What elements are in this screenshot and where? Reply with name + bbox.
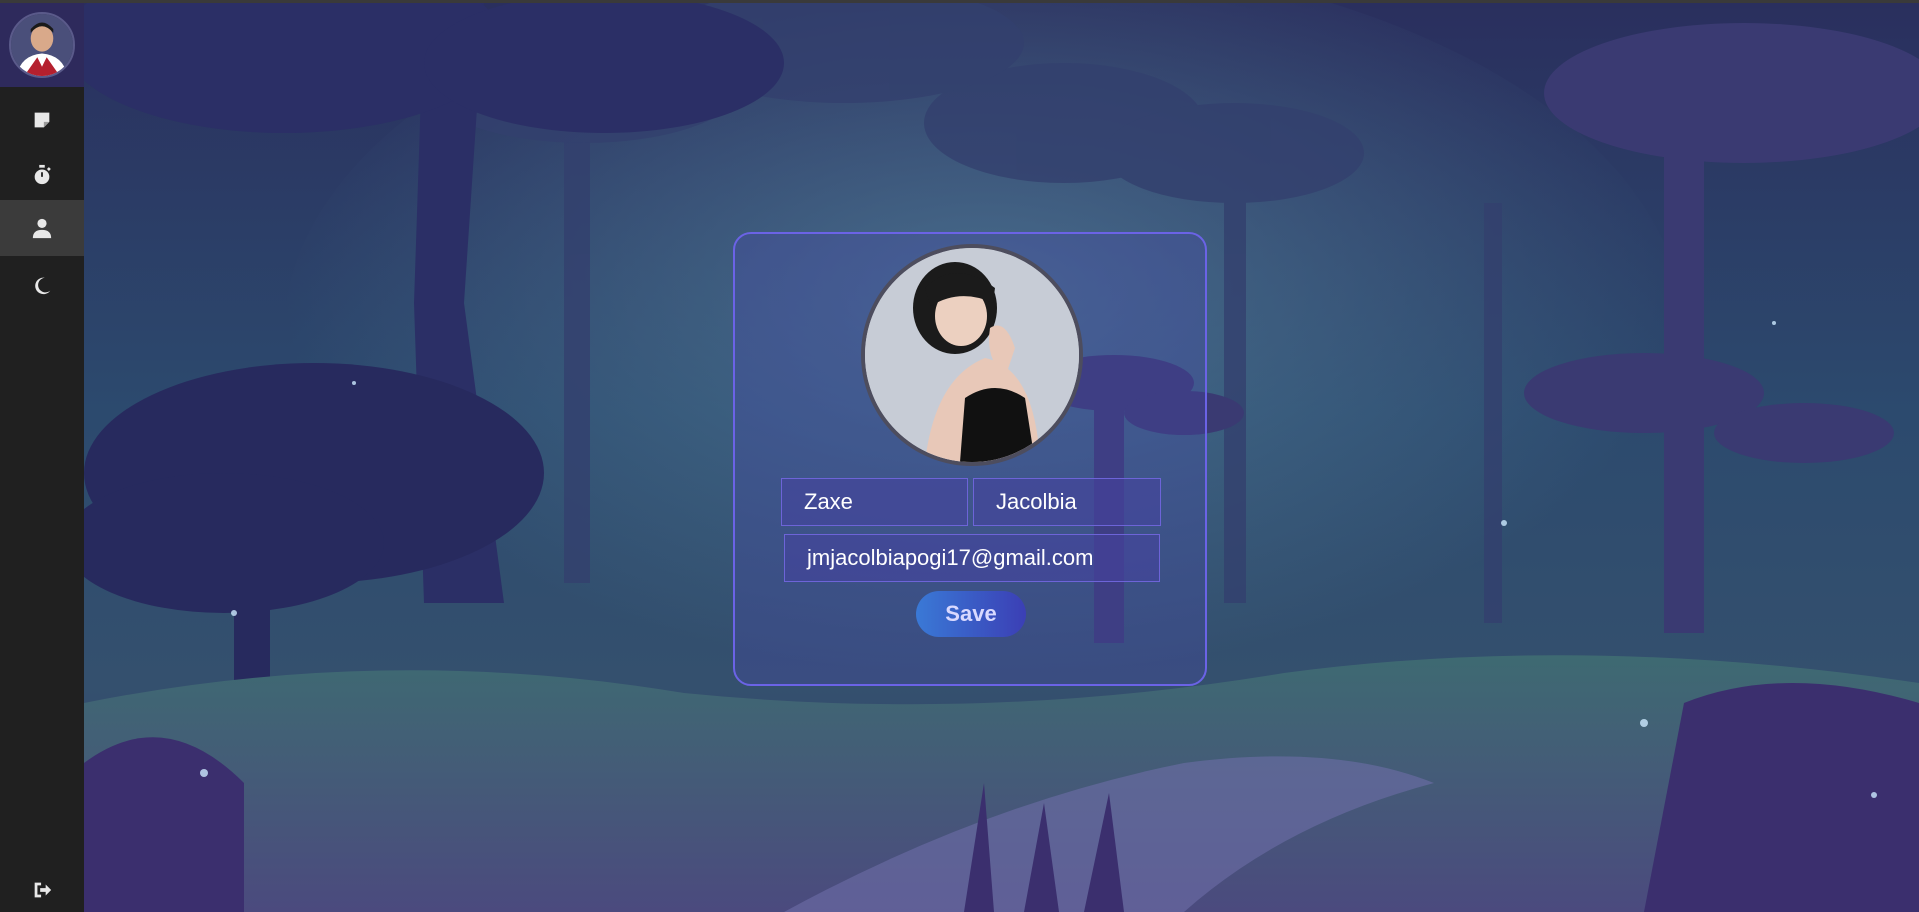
- window-top-border: [0, 0, 1919, 3]
- save-button[interactable]: Save: [916, 591, 1026, 637]
- first-name-input[interactable]: Zaxe: [781, 478, 968, 526]
- user-avatar-image: [11, 14, 73, 76]
- stopwatch-icon: [34, 164, 51, 185]
- sticky-note-icon: [34, 112, 50, 128]
- sidebar-item-profile[interactable]: [0, 200, 84, 256]
- sign-out-icon: [34, 882, 52, 898]
- avatar[interactable]: [9, 12, 75, 78]
- profile-photo[interactable]: [861, 244, 1083, 466]
- sidebar-item-theme[interactable]: [0, 258, 84, 314]
- profile-card: Zaxe Jacolbia jmjacolbiapogi17@gmail.com…: [733, 232, 1207, 686]
- profile-photo-image: [865, 248, 1079, 462]
- sidebar-item-timer[interactable]: [0, 147, 84, 203]
- sidebar: [0, 0, 84, 912]
- sidebar-item-notes[interactable]: [0, 92, 84, 148]
- email-field[interactable]: jmjacolbiapogi17@gmail.com: [784, 534, 1160, 582]
- logout-button[interactable]: [0, 862, 84, 912]
- last-name-input[interactable]: Jacolbia: [973, 478, 1161, 526]
- sidebar-avatar-container[interactable]: [0, 3, 84, 87]
- user-icon: [32, 218, 52, 239]
- moon-icon: [35, 277, 51, 295]
